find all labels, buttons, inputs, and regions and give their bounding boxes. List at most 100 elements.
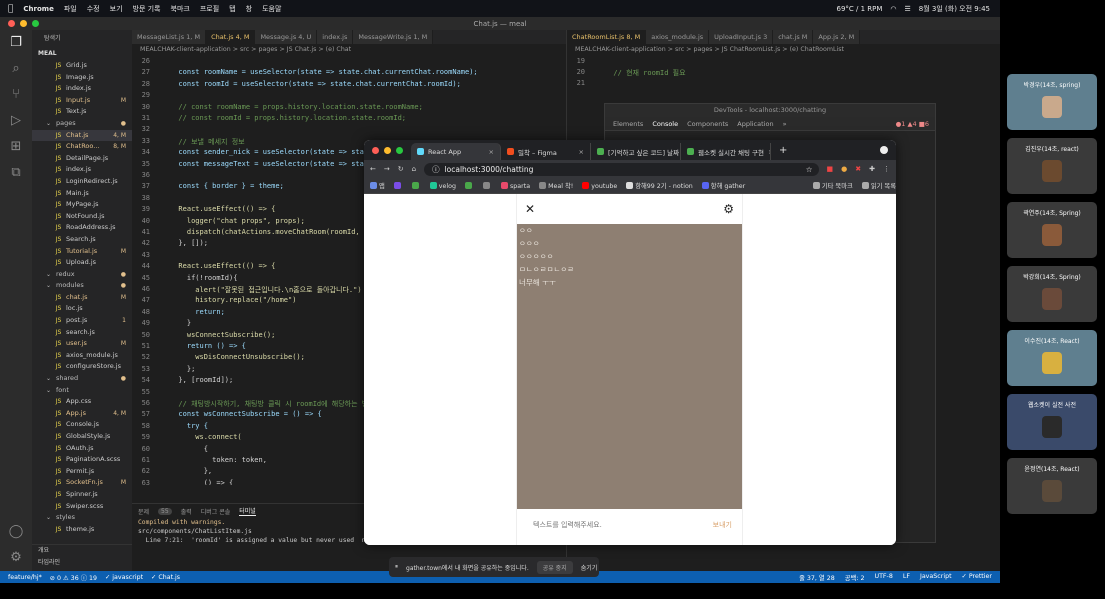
explorer-icon[interactable]: ❐ [0,30,32,56]
tree-file[interactable]: JS PaginationA.scss [32,454,132,466]
panel-tab-problems[interactable]: 문제 [138,507,149,516]
indentation-status[interactable]: 공백: 2 [845,573,865,582]
menubar-item-bookmarks[interactable]: 북마크 [171,4,190,14]
menubar-item-profile[interactable]: 프로필 [200,4,219,14]
extension-icon[interactable]: ✖ [855,165,861,173]
language-mode[interactable]: JavaScript [920,573,952,582]
bookmark-star-icon[interactable]: ☆ [806,165,819,174]
tree-folder[interactable]: ⌄ redux ● [32,269,132,281]
menubar-app-name[interactable]: Chrome [23,5,53,13]
bookmark-item[interactable]: sparta [501,181,530,190]
tree-file[interactable]: JS Swiper.scss [32,501,132,513]
panel-tab-output[interactable]: 출력 [181,507,192,516]
menubar-item-edit[interactable]: 수정 [87,4,100,14]
code-area-right[interactable]: 19 20 // 현재 roomId 필요 21 [567,55,1000,95]
close-tab-icon[interactable]: × [489,148,494,156]
participant-tile[interactable]: 이수진(14조, React) [1007,330,1097,386]
eslint-status[interactable]: ✓ javascript [105,574,143,581]
menubar-item-view[interactable]: 보기 [110,4,123,14]
tree-file[interactable]: JS OAuth.js [32,443,132,455]
temperature-readout[interactable]: 69°C / 1 RPM [836,5,882,13]
home-icon[interactable]: ⌂ [412,165,416,173]
devtools-tab-elements[interactable]: Elements [613,120,643,128]
new-tab-icon[interactable]: + [771,145,795,156]
prettier-status[interactable]: ✓ Prettier [962,573,992,582]
participant-tile[interactable]: 곽연주(14조, Spring) [1007,202,1097,258]
tree-file[interactable]: JS post.js 1 [32,315,132,327]
participant-tile[interactable]: 웹소켓이 실전 사전 [1007,394,1097,450]
minimize-window-icon[interactable] [384,146,391,154]
editor-tab[interactable]: App.js 2, M [813,30,861,44]
more-menu-icon[interactable]: ⋮ [883,165,890,173]
stop-sharing-button[interactable]: 공유 중지 [536,560,573,574]
breadcrumb[interactable]: MEALCHAK-client-application > src > page… [132,44,566,55]
menubar-item-tab[interactable]: 탭 [229,4,235,14]
participant-tile[interactable]: 윤정연(14조, React) [1007,458,1097,514]
tree-file[interactable]: JS Main.js [32,188,132,200]
hide-banner-button[interactable]: 숨기기 [581,563,598,572]
menubar-item-history[interactable]: 방문 기록 [133,4,161,14]
explorer-root-folder[interactable]: MEAL [32,48,132,60]
panel-tab-debug-console[interactable]: 디버그 콘솔 [201,507,231,516]
participant-tile[interactable]: 박강희(14조, Spring) [1007,266,1097,322]
extensions-icon[interactable]: ⊞ [0,134,32,160]
editor-tab[interactable]: axios_module.js [646,30,710,44]
back-icon[interactable]: ← [370,165,376,173]
tree-file[interactable]: JS Permit.js [32,466,132,478]
bookmark-item[interactable]: velog [429,181,456,190]
editor-tab-active[interactable]: Chat.js 4, M [206,30,256,44]
browser-tab[interactable]: 밀착 – Figma × [501,143,591,160]
tree-file[interactable]: JS DetailPage.js [32,153,132,165]
clock-readout[interactable]: 8월 3일 (화) 오전 9:45 [919,4,990,14]
tree-file[interactable]: JS Input.js M [32,95,132,107]
bookmark-item[interactable]: 앱 [370,181,385,190]
tree-folder[interactable]: ⌄ shared ● [32,373,132,385]
tree-folder[interactable]: ⌄ modules ● [32,280,132,292]
problems-status[interactable]: ⊘ 0 ⚠ 36 ⓘ 19 [50,573,97,582]
breadcrumb-right[interactable]: MEALCHAK-client-application > src > page… [567,44,1000,55]
extension-icon[interactable]: ● [841,165,847,173]
maximize-window-icon[interactable] [396,146,403,154]
tree-file[interactable]: JS theme.js [32,524,132,536]
browser-tab-active[interactable]: React App × [411,143,501,160]
send-button[interactable]: 보내기 [713,520,732,530]
encoding-status[interactable]: UTF-8 [874,573,892,582]
source-control-icon[interactable]: ⑂ [0,82,32,108]
editor-tab[interactable]: chat.js M [773,30,814,44]
tree-file[interactable]: JS Tutorial.js M [32,246,132,258]
tree-file[interactable]: JS search.js [32,327,132,339]
bookmark-item[interactable]: 항해99 2기 - notion [626,181,693,190]
run-debug-icon[interactable]: ▷ [0,108,32,134]
tree-file[interactable]: JS Upload.js [32,257,132,269]
wifi-icon[interactable]: ◠ [890,5,896,13]
tree-file[interactable]: JS Console.js [32,419,132,431]
tree-file[interactable]: JS configureStore.js [32,361,132,373]
editor-tab[interactable]: index.js [317,30,354,44]
tree-folder[interactable]: ⌄ font [32,385,132,397]
tree-file[interactable]: JS MyPage.js [32,199,132,211]
menubar-item-file[interactable]: 파일 [64,4,77,14]
editor-tab[interactable]: MessageList.js 1, M [132,30,207,44]
file-status[interactable]: ✓ Chat.js [151,574,180,581]
devtools-issue-badges[interactable]: ●1 ▲4 ■6 [896,120,935,128]
editor-tab[interactable]: Message.js 4, U [255,30,318,44]
tree-file[interactable]: JS Chat.js 4, M [32,129,132,142]
tree-file[interactable]: JS index.js [32,164,132,176]
devtools-more-tabs[interactable]: » [783,120,787,128]
extension-icon[interactable]: ■ [827,165,834,173]
tab-search-icon[interactable] [880,146,888,154]
tree-file[interactable]: JS Image.js [32,72,132,84]
bookmark-item[interactable] [483,181,492,190]
close-window-icon[interactable] [372,146,379,154]
settings-gear-icon[interactable]: ⚙ [723,202,734,216]
tree-file[interactable]: JS RoadAddress.js [32,222,132,234]
tree-file[interactable]: JS axios_module.js [32,350,132,362]
extensions-puzzle-icon[interactable]: ✚ [869,165,875,173]
control-center-icon[interactable]: ☰ [905,5,911,13]
tree-file[interactable]: JS Spinner.js [32,489,132,501]
eol-status[interactable]: LF [903,573,910,582]
bookmark-item[interactable]: 항해 gather [701,181,745,190]
participant-tile[interactable]: 김진우(14조, react) [1007,138,1097,194]
browser-tab[interactable]: [기억하고 싶은 코드] 날짜 × [591,143,681,160]
editor-tab-active[interactable]: ChatRoomList.js 8, M [567,30,647,44]
